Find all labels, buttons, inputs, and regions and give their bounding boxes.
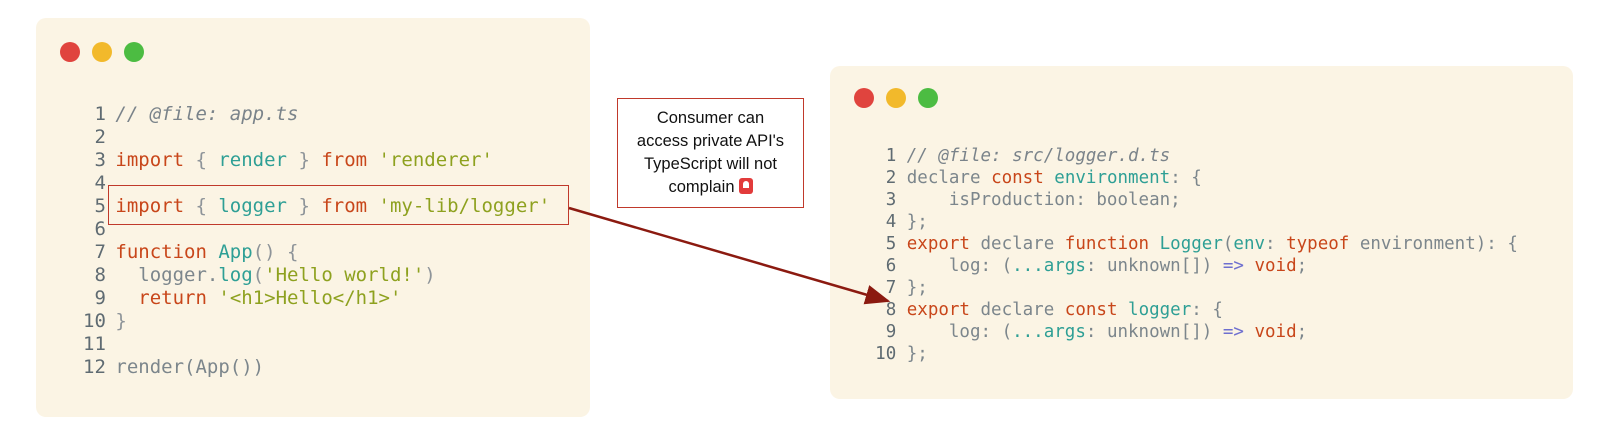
connector-arrow bbox=[568, 206, 891, 305]
arrow-line bbox=[568, 206, 891, 305]
